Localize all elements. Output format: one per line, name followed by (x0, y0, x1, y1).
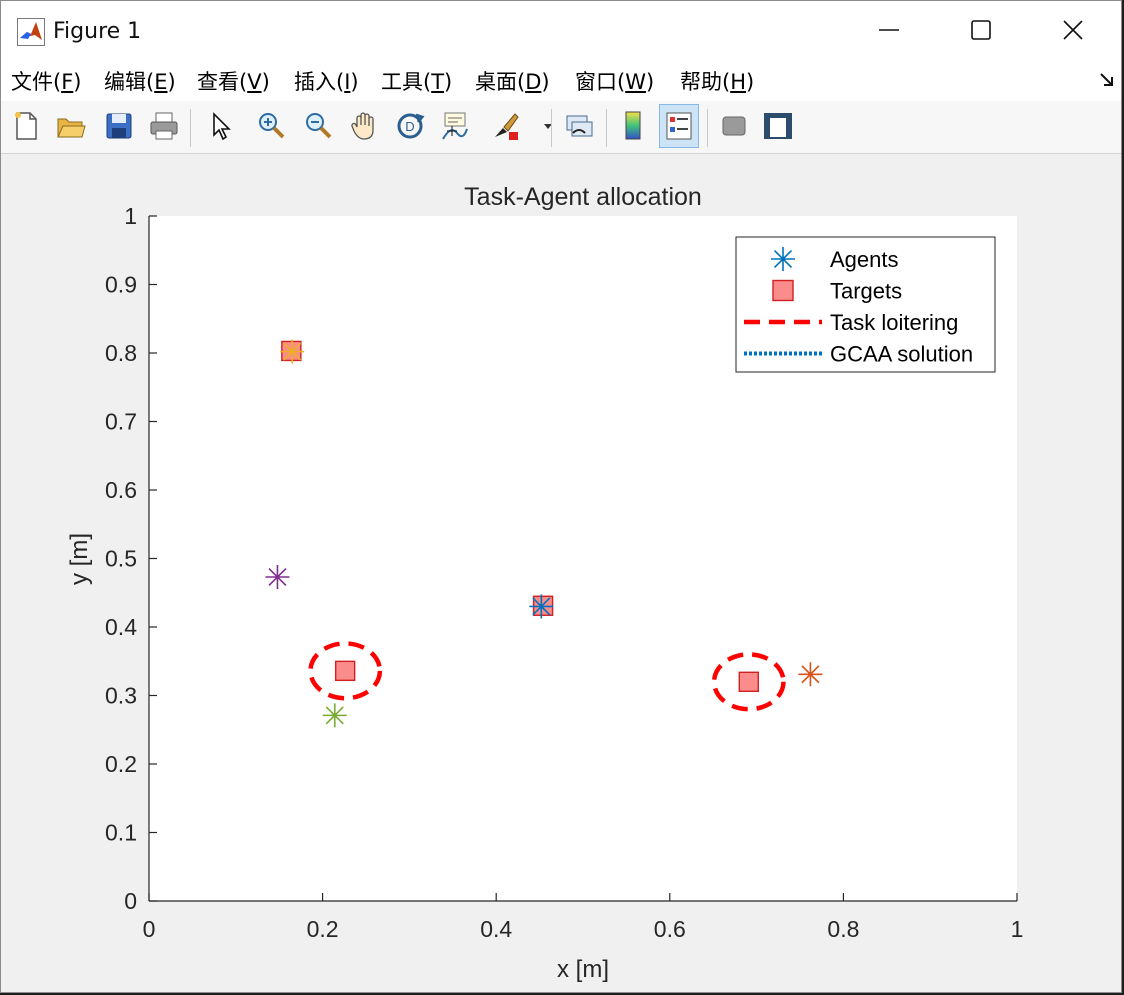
colorbar-icon (625, 111, 641, 140)
link-plot-button[interactable] (563, 109, 595, 143)
x-tick-label: 0.6 (654, 916, 686, 942)
save-icon (106, 113, 132, 139)
target-marker (738, 671, 759, 692)
brush-button[interactable] (489, 109, 521, 143)
data-cursor-button[interactable] (439, 109, 471, 143)
zoom-in-icon (259, 113, 285, 139)
y-tick-label: 0.5 (105, 546, 137, 572)
zoom-in-button[interactable] (255, 109, 287, 143)
y-tick-label: 0.6 (105, 477, 137, 503)
title-bar: Figure 1 (1, 1, 1121, 59)
chart-title: Task-Agent allocation (464, 183, 702, 211)
legend-label: Task loitering (830, 310, 958, 335)
maximize-button[interactable] (935, 1, 1027, 59)
x-tick-label: 0.2 (307, 916, 339, 942)
x-tick-label: 0.8 (827, 916, 859, 942)
data-cursor-icon (442, 112, 468, 140)
agent-marker (265, 564, 290, 589)
brush-dropdown-icon (544, 124, 552, 129)
minimize-icon (879, 29, 899, 31)
y-tick-label: 0.4 (105, 614, 137, 640)
x-axis-label: x [m] (557, 956, 609, 983)
rotate-3d-icon: D (397, 113, 425, 139)
print-button[interactable] (148, 109, 180, 143)
x-tick-label: 1 (1011, 916, 1024, 942)
pointer-icon (213, 112, 231, 141)
new-figure-button[interactable] (10, 109, 42, 143)
window-title: Figure 1 (53, 19, 142, 44)
menu-item-3[interactable]: 查看(V) (197, 66, 270, 96)
menu-item-2[interactable]: 编辑(E) (104, 66, 176, 96)
agent-marker (322, 703, 347, 728)
target-marker (334, 660, 356, 682)
toolbar-separator (190, 109, 191, 147)
y-tick-label: 1 (124, 203, 137, 229)
link-plot-icon (566, 115, 593, 137)
agent-marker (529, 594, 554, 619)
menu-item-8[interactable]: 帮助(H) (680, 66, 754, 96)
legend-agents-swatch (771, 247, 795, 271)
toolbar-separator (707, 109, 708, 147)
figure-window: Figure 1 文件(F) 编辑(E) 查看(V) 插入(I) 工具(T) 桌面(D) 窗… (0, 0, 1122, 993)
minimize-button[interactable] (843, 1, 935, 59)
y-tick-label: 0.2 (105, 751, 137, 777)
legend-label: Agents (830, 247, 899, 272)
x-tick-label: 0.4 (480, 916, 512, 942)
figure-toolbar: D (1, 101, 1121, 154)
legend-label: Targets (830, 279, 902, 304)
menu-item-1[interactable]: 文件(F) (11, 66, 82, 96)
matlab-icon (17, 18, 45, 46)
dock-arrow-icon[interactable] (1098, 71, 1116, 89)
legend-button[interactable] (659, 104, 699, 148)
show-plot-tools-button[interactable] (762, 109, 794, 143)
close-icon (1063, 20, 1083, 40)
y-tick-label: 0.7 (105, 409, 137, 435)
open-file-icon (57, 118, 86, 138)
menu-bar: 文件(F) 编辑(E) 查看(V) 插入(I) 工具(T) 桌面(D) 窗口(W) 帮助(H) (1, 59, 1121, 101)
legend-label: GCAA solution (830, 342, 973, 367)
zoom-out-button[interactable] (302, 109, 334, 143)
y-tick-label: 0.1 (105, 820, 137, 846)
y-tick-label: 0.9 (105, 272, 137, 298)
pan-button[interactable] (348, 109, 380, 143)
save-button[interactable] (103, 109, 135, 143)
brush-dropdown-button[interactable] (533, 109, 552, 143)
pointer-button[interactable] (204, 109, 236, 143)
menu-item-6[interactable]: 桌面(D) (475, 66, 550, 96)
y-tick-label: 0 (124, 888, 137, 914)
legend-targets-swatch (772, 279, 794, 302)
y-tick-label: 0.8 (105, 340, 137, 366)
legend[interactable]: Agents Targets Task loitering GCAA solution (735, 236, 996, 373)
menu-item-5[interactable]: 工具(T) (381, 66, 452, 96)
y-axis-label: y [m] (66, 533, 93, 585)
pan-icon (351, 112, 374, 140)
print-icon (150, 112, 178, 140)
hide-plot-tools-button[interactable] (718, 109, 750, 143)
new-figure-icon (15, 112, 37, 140)
svg-text:D: D (405, 119, 414, 134)
agent-marker (798, 662, 823, 687)
open-file-button[interactable] (55, 109, 87, 143)
toolbar-separator (606, 109, 607, 147)
y-tick-label: 0.3 (105, 683, 137, 709)
hide-plot-tools-icon (722, 116, 746, 136)
zoom-out-icon (306, 113, 332, 139)
legend-icon (666, 112, 692, 140)
toolbar-separator (551, 109, 552, 147)
x-tick-label: 0 (143, 916, 156, 942)
menu-item-7[interactable]: 窗口(W) (575, 66, 654, 96)
menu-item-4[interactable]: 插入(I) (294, 66, 359, 96)
close-button[interactable] (1027, 1, 1119, 59)
show-plot-tools-icon (764, 113, 792, 139)
rotate-3d-button[interactable]: D (394, 109, 426, 143)
colorbar-button[interactable] (617, 109, 649, 143)
maximize-icon (971, 20, 991, 40)
agent-marker (280, 339, 305, 364)
brush-icon (495, 113, 519, 140)
figure-canvas: 0 0.2 0.4 0.6 0.8 1 0 0.1 0.2 0.3 0.4 0.5 0.6 0.7 0.8 0… (66, 183, 1024, 983)
